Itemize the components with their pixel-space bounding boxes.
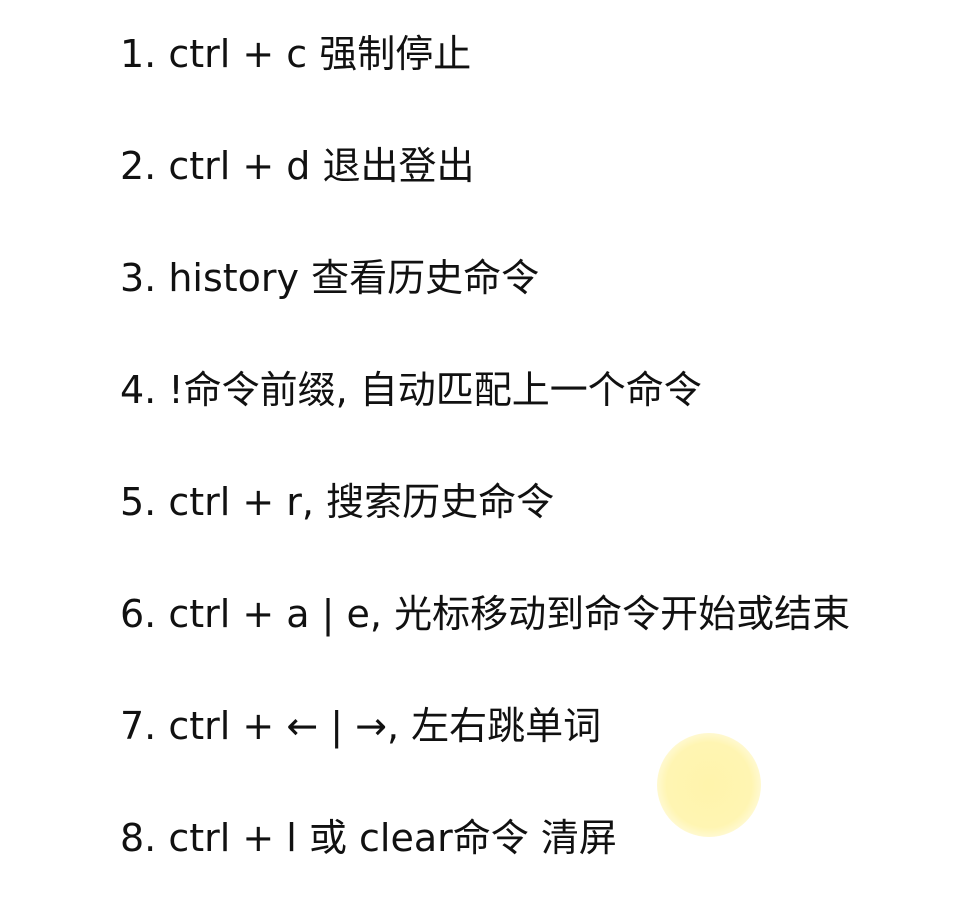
- list-item: 3. history 查看历史命令: [120, 256, 540, 300]
- list-item: 4. !命令前缀, 自动匹配上一个命令: [120, 368, 702, 412]
- list-item: 8. ctrl + l 或 clear命令 清屏: [120, 816, 617, 860]
- list-item: 5. ctrl + r, 搜索历史命令: [120, 480, 555, 524]
- shortcut-list: 1. ctrl + c 强制停止 2. ctrl + d 退出登出 3. his…: [120, 28, 850, 924]
- list-item: 6. ctrl + a | e, 光标移动到命令开始或结束: [120, 592, 851, 636]
- list-item: 2. ctrl + d 退出登出: [120, 144, 475, 188]
- list-item: 7. ctrl + ← | →, 左右跳单词: [120, 704, 602, 748]
- document-page: 1. ctrl + c 强制停止 2. ctrl + d 退出登出 3. his…: [0, 0, 953, 880]
- list-item: 1. ctrl + c 强制停止: [120, 32, 472, 76]
